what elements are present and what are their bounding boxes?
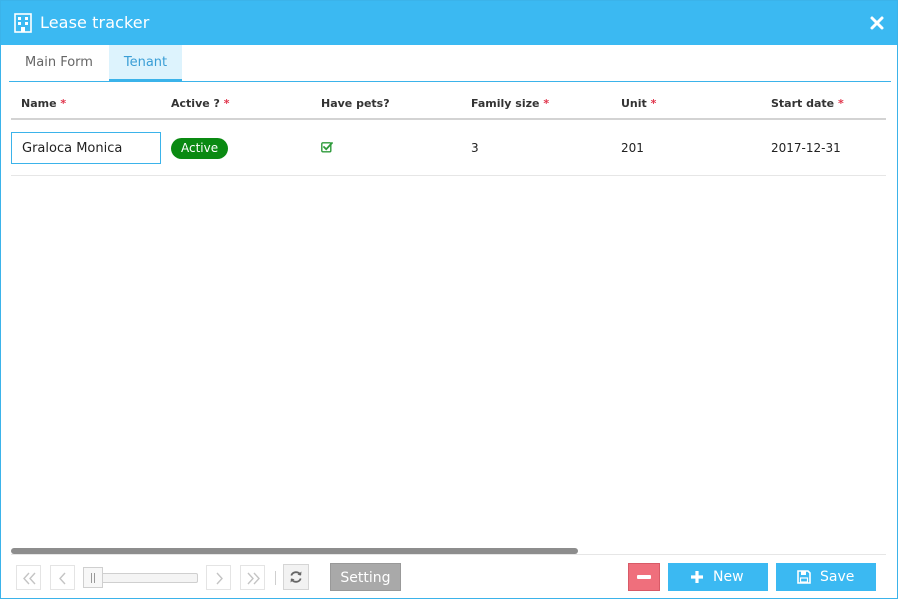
column-header-family-size[interactable]: Family size *	[471, 97, 549, 110]
chevron-right-icon	[216, 572, 223, 585]
chevron-left-icon	[59, 572, 66, 585]
new-button-label: New	[713, 569, 744, 585]
horizontal-scrollbar[interactable]	[11, 547, 886, 555]
checkbox-checked-icon[interactable]	[321, 141, 333, 153]
column-header-active[interactable]: Active ? *	[171, 97, 230, 110]
first-page-button[interactable]	[16, 565, 41, 590]
save-button-label: Save	[820, 569, 855, 585]
grid-header: Name * Active ? * Have pets? Family size…	[11, 89, 886, 120]
building-icon	[14, 13, 32, 33]
column-header-have-pets[interactable]: Have pets?	[321, 97, 390, 110]
required-marker: *	[543, 97, 550, 110]
save-button[interactable]: Save	[776, 563, 876, 591]
delete-button[interactable]	[628, 563, 660, 591]
next-page-button[interactable]	[206, 565, 231, 590]
floppy-disk-icon	[797, 570, 811, 584]
plus-icon	[691, 571, 703, 583]
required-marker: *	[837, 97, 844, 110]
new-button[interactable]: New	[668, 563, 768, 591]
required-marker: *	[650, 97, 657, 110]
lease-tracker-window: Lease tracker Main Form Tenant Name * Ac…	[0, 0, 898, 599]
last-page-button[interactable]	[240, 565, 265, 590]
tab-bar: Main Form Tenant	[9, 45, 891, 82]
name-input[interactable]	[11, 132, 161, 164]
setting-button[interactable]: Setting	[330, 563, 401, 591]
window-title: Lease tracker	[40, 13, 150, 32]
required-marker: *	[223, 97, 230, 110]
tab-main-form[interactable]: Main Form	[9, 45, 109, 81]
start-date-cell[interactable]: 2017-12-31	[771, 141, 841, 155]
tab-tenant[interactable]: Tenant	[109, 45, 182, 82]
title-bar: Lease tracker	[1, 1, 897, 45]
column-header-start-date[interactable]: Start date *	[771, 97, 844, 110]
active-status-badge[interactable]: Active	[171, 138, 229, 159]
family-size-cell[interactable]: 3	[471, 141, 479, 155]
table-row[interactable]: Active 3 201 2017-12-31	[11, 122, 886, 176]
column-header-unit[interactable]: Unit *	[621, 97, 656, 110]
scrollbar-thumb[interactable]	[11, 548, 578, 554]
pager-divider	[275, 571, 276, 585]
required-marker: *	[60, 97, 67, 110]
page-slider-handle[interactable]	[83, 567, 103, 588]
previous-page-button[interactable]	[50, 565, 75, 590]
double-chevron-right-icon	[247, 572, 260, 585]
column-header-name[interactable]: Name *	[21, 97, 66, 110]
close-icon[interactable]	[869, 15, 885, 31]
refresh-icon	[290, 571, 302, 583]
refresh-button[interactable]	[283, 564, 309, 590]
double-chevron-left-icon	[23, 572, 36, 585]
unit-cell[interactable]: 201	[621, 141, 644, 155]
